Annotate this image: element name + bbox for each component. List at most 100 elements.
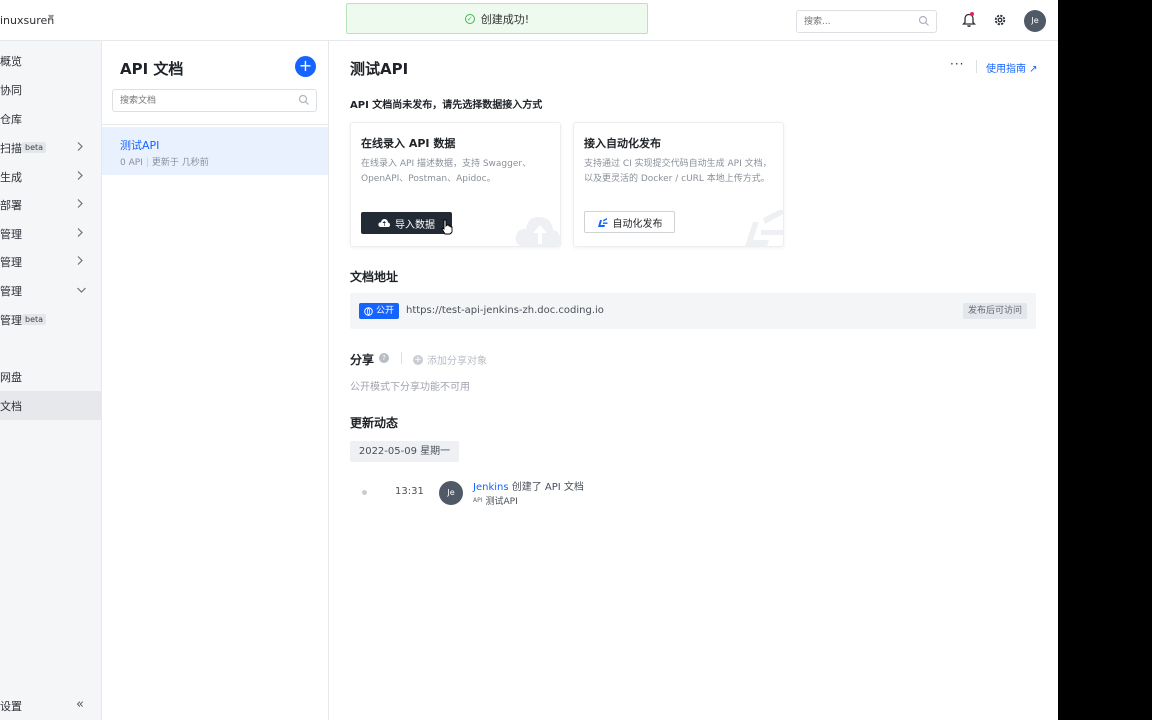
doc-item-name: 测试API — [120, 139, 160, 152]
chevron-down-icon[interactable] — [76, 284, 87, 297]
gear-icon[interactable] — [993, 13, 1007, 27]
project-switcher[interactable]: inuxsuren — [0, 14, 54, 27]
sidebar-item-label: 设置 — [0, 699, 22, 713]
doc-item-count: 0 API — [120, 158, 143, 168]
chevron-right-icon[interactable] — [76, 198, 84, 212]
user-avatar[interactable]: Je — [1024, 10, 1046, 32]
doc-url[interactable]: https://test-api-jenkins-zh.doc.coding.i… — [406, 305, 604, 316]
sidebar-item[interactable]: 管理 beta — [0, 305, 102, 334]
doc-list-title: API 文档 — [120, 60, 184, 78]
timeline-doc-name[interactable]: 测试API — [486, 494, 518, 507]
import-data-label: 导入数据 — [395, 219, 435, 231]
auto-publish-button[interactable]: 自动化发布 — [584, 211, 675, 233]
app-window: inuxsuren ▼ ✓ 创建成功! Je 设置 « 概览协同仓库扫描beta… — [0, 0, 1058, 720]
doc-search-input[interactable] — [113, 90, 283, 111]
sidebar-item[interactable]: 仓库 — [0, 104, 102, 133]
sidebar-item[interactable]: 部署 — [0, 190, 102, 219]
card-title: 在线录入 API 数据 — [361, 137, 456, 150]
global-search[interactable] — [796, 10, 937, 33]
card-description: 支持通过 CI 实现提交代码自动生成 API 文档，以及更灵活的 Docker … — [584, 159, 772, 184]
sidebar-item-label: 管理 — [0, 284, 22, 298]
access-status-badge: 发布后可访问 — [962, 303, 1027, 319]
toast-message: 创建成功! — [480, 12, 530, 26]
sidebar-item[interactable]: 管理 — [0, 276, 102, 305]
share-note: 公开模式下分享功能不可用 — [350, 382, 470, 393]
share-title: 分享 — [350, 353, 375, 367]
add-doc-button[interactable]: + — [295, 56, 316, 77]
doc-list-panel: API 文档 + 测试API 0 API|更新于 几秒前 — [102, 41, 329, 720]
collapse-sidebar-icon[interactable]: « — [76, 697, 84, 712]
avatar[interactable]: Je — [439, 481, 463, 505]
sidebar-item-label: 管理 — [0, 313, 22, 327]
chevron-right-icon[interactable] — [76, 141, 84, 155]
caret-down-icon[interactable]: ▼ — [48, 13, 54, 22]
public-badge[interactable]: 公开 — [359, 303, 400, 319]
chevron-right-icon[interactable] — [76, 170, 84, 184]
top-bar: inuxsuren ▼ ✓ 创建成功! Je — [0, 0, 1058, 41]
sidebar-item-label: 概览 — [0, 54, 22, 68]
beta-badge: beta — [22, 142, 47, 153]
sidebar-item-label: 部署 — [0, 198, 22, 212]
bell-icon[interactable] — [962, 13, 976, 28]
sidebar-item[interactable]: 管理 — [0, 219, 102, 248]
sidebar-item[interactable]: 概览 — [0, 46, 102, 75]
more-options-icon[interactable]: ··· — [950, 57, 964, 71]
user-link[interactable]: Jenkins — [473, 482, 509, 493]
sidebar-item-settings[interactable]: 设置 — [0, 691, 102, 720]
sidebar-item-label: 管理 — [0, 227, 22, 241]
public-badge-label: 公开 — [376, 306, 395, 316]
sidebar-item[interactable]: 文档 — [0, 391, 102, 420]
import-data-button[interactable]: 导入数据 — [361, 212, 452, 234]
timeline-dot — [362, 490, 367, 495]
automation-icon — [597, 217, 607, 227]
sidebar-item[interactable]: 生成 — [0, 162, 102, 191]
page-title: 测试API — [350, 60, 409, 78]
updates-title: 更新动态 — [350, 416, 399, 430]
doc-list-item[interactable]: 测试API 0 API | 更新于 几秒前 — [102, 127, 328, 175]
beta-badge: beta — [22, 314, 47, 325]
notification-dot — [970, 12, 974, 16]
outside-area — [1058, 0, 1152, 720]
online-entry-card: 在线录入 API 数据 在线录入 API 描述数据，支持 Swagger、Ope… — [350, 122, 561, 247]
sidebar-item[interactable]: 管理 — [0, 247, 102, 276]
success-toast: ✓ 创建成功! — [346, 3, 648, 34]
timeline-action: 创建了 API 文档 — [508, 482, 584, 493]
api-tag: API — [473, 497, 483, 504]
sidebar-item[interactable]: 协同 — [0, 75, 102, 104]
doc-address-title: 文档地址 — [350, 270, 399, 284]
sidebar-item-label: 生成 — [0, 170, 22, 184]
doc-search[interactable] — [112, 89, 317, 112]
cloud-upload-decoration-icon — [515, 216, 560, 246]
divider — [102, 124, 329, 125]
date-tag: 2022-05-09 星期一 — [350, 441, 459, 462]
auto-publish-card: 接入自动化发布 支持通过 CI 实现提交代码自动生成 API 文档，以及更灵活的… — [573, 122, 784, 247]
sidebar-item[interactable]: 扫描 beta — [0, 133, 102, 162]
chevron-right-icon[interactable] — [76, 255, 84, 269]
globe-icon — [364, 306, 373, 316]
automation-decoration-icon — [745, 210, 783, 246]
chevron-right-icon[interactable] — [76, 227, 84, 241]
sidebar-item[interactable]: 网盘 — [0, 362, 102, 391]
cloud-upload-icon — [378, 219, 390, 227]
timeline-doc: API 测试API — [473, 494, 518, 507]
sidebar-item-label: 扫描 — [0, 141, 22, 155]
global-search-input[interactable] — [797, 11, 907, 32]
sidebar-item-label: 管理 — [0, 255, 22, 269]
sidebar-item-label: 仓库 — [0, 112, 22, 126]
search-icon — [918, 15, 929, 26]
publish-notice: API 文档尚未发布，请先选择数据接入方式 — [350, 100, 543, 111]
doc-item-meta: 0 API | 更新于 几秒前 — [120, 158, 209, 168]
search-icon — [298, 94, 309, 105]
doc-address-box: 公开 https://test-api-jenkins-zh.doc.codin… — [350, 293, 1036, 329]
timeline-text: Jenkins 创建了 API 文档 — [473, 478, 584, 493]
usage-guide-link[interactable]: 使用指南 ↗ — [986, 60, 1038, 75]
divider — [401, 352, 402, 364]
add-share-label: 添加分享对象 — [427, 356, 487, 367]
sidebar-item-label: 协同 — [0, 83, 22, 97]
add-share-target-button[interactable]: + 添加分享对象 — [413, 352, 487, 367]
help-icon[interactable]: ? — [379, 353, 389, 363]
doc-item-updated: 更新于 几秒前 — [151, 158, 209, 168]
sidebar-item-label: 文档 — [0, 399, 22, 413]
card-description: 在线录入 API 描述数据，支持 Swagger、OpenAPI、Postman… — [361, 159, 532, 184]
hand-cursor-icon — [441, 219, 453, 235]
